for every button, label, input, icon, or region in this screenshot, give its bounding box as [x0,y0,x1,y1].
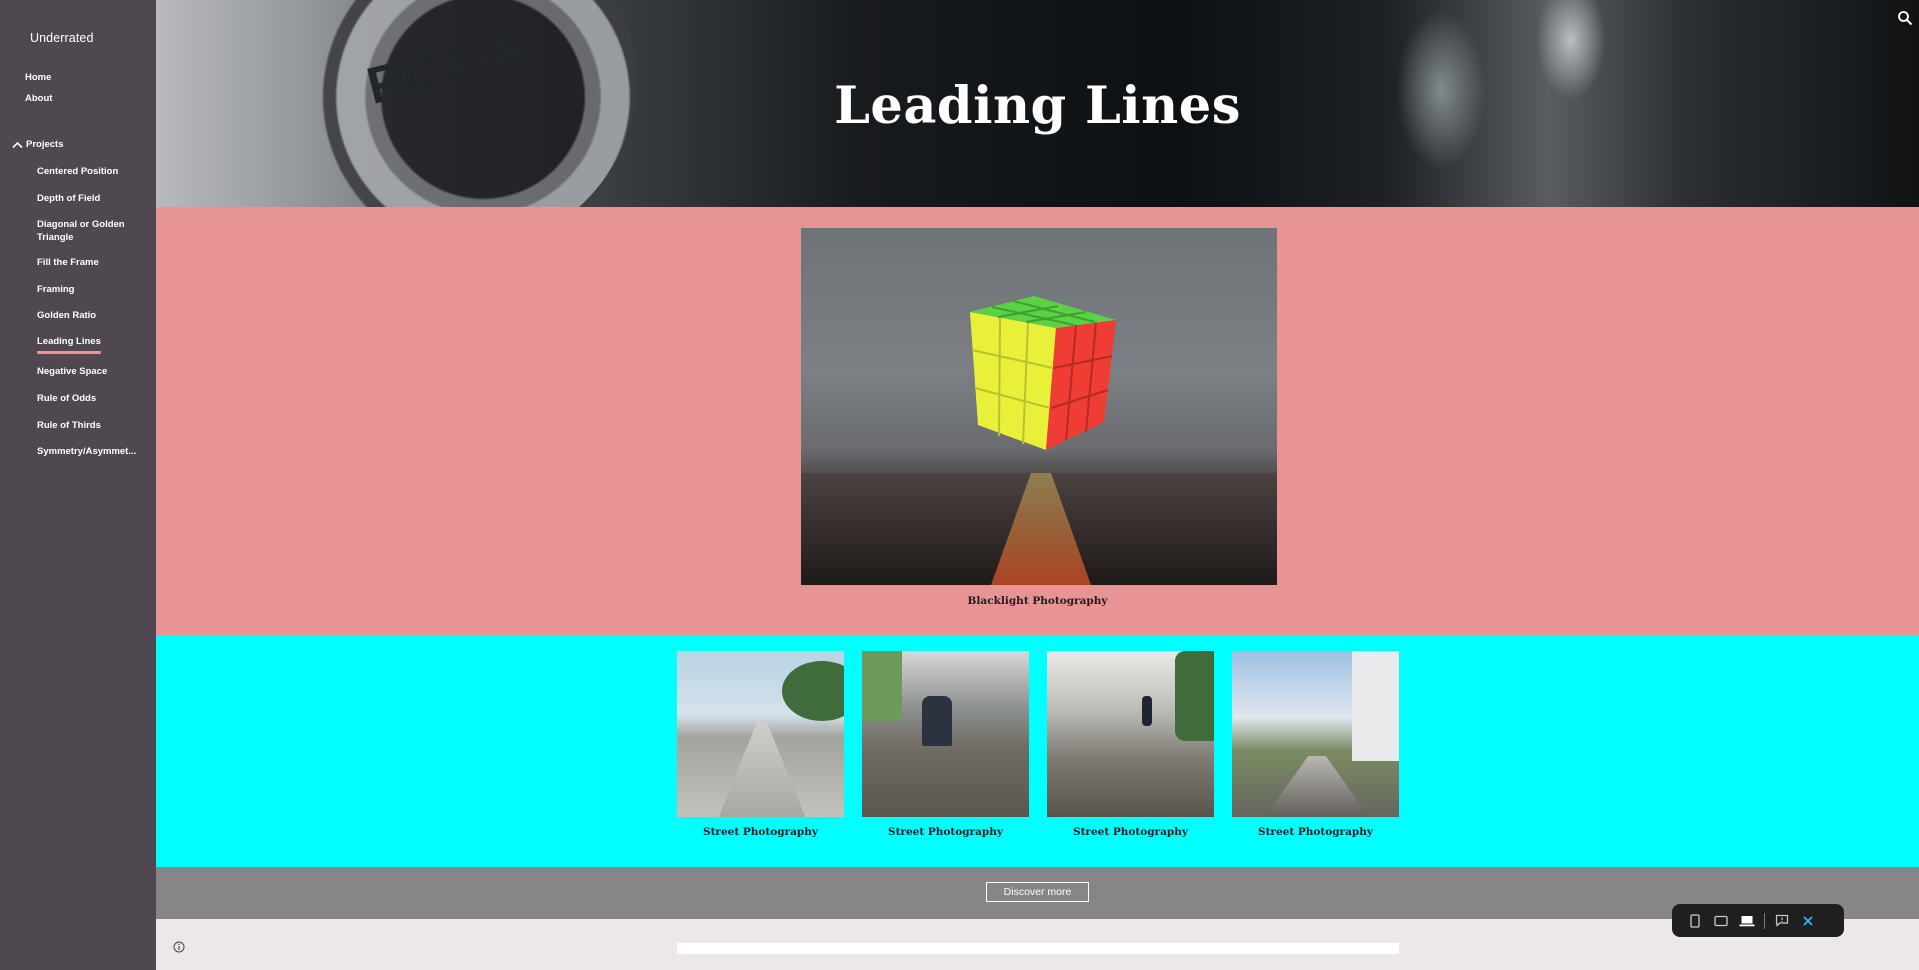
featured-section: Blacklight Photography [156,207,1919,635]
rubiks-cube-graphic [970,296,1116,450]
bench-planks [1262,756,1372,817]
discover-strip: Discover more [156,867,1919,919]
nav-item-diagonal-golden-triangle[interactable]: Diagonal or Golden Triangle [37,218,149,244]
feedback-icon [1775,914,1789,927]
person-figure [922,696,952,746]
site-title[interactable]: Underrated [30,31,94,45]
gallery-thumb-walkway[interactable] [677,651,844,817]
laptop-preview-button[interactable] [1734,904,1760,937]
gallery-thumb-bench[interactable] [1232,651,1399,817]
nav-item-negative-space[interactable]: Negative Space [37,365,149,378]
nav-about[interactable]: About [25,92,52,105]
nav-home[interactable]: Home [25,71,51,84]
nav-item-fill-the-frame[interactable]: Fill the Frame [37,256,149,269]
chevron-up-icon[interactable] [12,141,23,149]
nav-item-rule-of-thirds[interactable]: Rule of Thirds [37,419,149,432]
sidebar: Underrated Home About Projects Centered … [0,0,156,970]
tablet-icon [1714,915,1728,926]
nav-item-depth-of-field[interactable]: Depth of Field [37,192,149,205]
walkway-path [717,721,807,817]
nav-item-framing[interactable]: Framing [37,283,149,296]
gallery-caption: Street Photography [1073,826,1188,838]
person-figure [1142,696,1152,726]
nav-item-centered-position[interactable]: Centered Position [37,165,149,178]
gallery-thumb-corridor-person[interactable] [862,651,1029,817]
tree-foliage [862,651,902,721]
phone-icon [1690,913,1700,928]
info-icon[interactable] [173,941,185,953]
nav-item-symmetry-asymmetry[interactable]: Symmetry/Asymmet... [37,445,149,458]
building-wall [1352,651,1399,761]
hero-banner: FUJIF Leading Lines [156,0,1919,207]
gallery-thumb-corridor-walk[interactable] [1047,651,1214,817]
footer [156,919,1919,970]
featured-caption: Blacklight Photography [967,595,1108,607]
nav-projects-label: Projects [26,139,64,150]
gallery-caption: Street Photography [1258,826,1373,838]
page-title: Leading Lines [834,76,1241,136]
gallery-section: Street Photography Street Photography St… [156,635,1919,867]
toolbar-divider [1764,912,1765,929]
search-icon[interactable] [1897,10,1913,26]
nav-item-golden-ratio[interactable]: Golden Ratio [37,309,149,322]
nav-item-leading-lines[interactable]: Leading Lines [37,335,149,354]
discover-more-button[interactable]: Discover more [986,882,1089,902]
tree-foliage [1175,651,1214,741]
gallery-caption: Street Photography [888,826,1003,838]
tree-foliage [782,661,844,721]
close-icon [1803,915,1813,926]
tablet-preview-button[interactable] [1708,904,1734,937]
nav-projects[interactable]: Projects [12,139,64,150]
footer-bar [677,943,1399,954]
gallery-caption: Street Photography [703,826,818,838]
feedback-button[interactable] [1769,904,1795,937]
phone-preview-button[interactable] [1682,904,1708,937]
laptop-icon [1739,915,1755,926]
rubiks-cube-photo[interactable] [801,228,1277,585]
preview-toolbar [1672,904,1844,937]
nav-item-rule-of-odds[interactable]: Rule of Odds [37,392,149,405]
close-preview-button[interactable] [1795,904,1821,937]
